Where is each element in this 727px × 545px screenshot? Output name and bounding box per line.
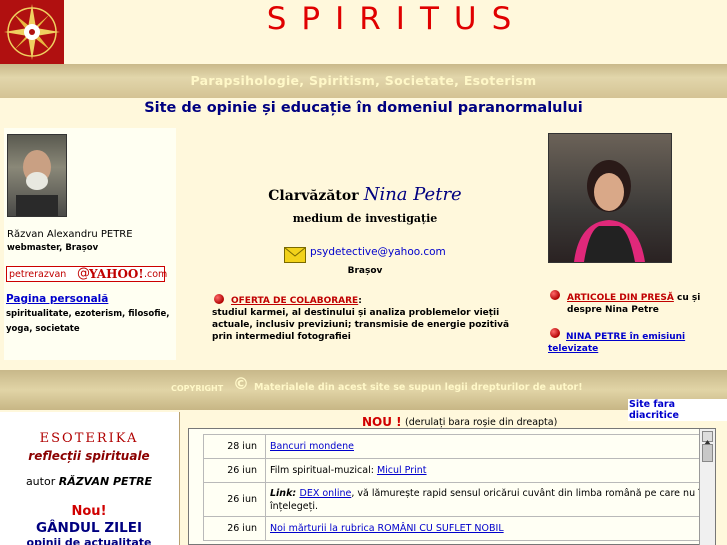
envelope-icon (284, 247, 306, 263)
tagline-band: Parapsihologie, Spiritism, Societate, Es… (0, 64, 727, 98)
news-new-label: NOU ! (362, 415, 402, 429)
yahoo-domain: .com (144, 269, 168, 280)
tagline: Parapsihologie, Spiritism, Societate, Es… (190, 73, 537, 88)
esoterika-subtitle: reflecții spirituale (28, 449, 150, 463)
author-name: Răzvan Alexandru PETRE (7, 229, 133, 240)
author-prefix: autor (25, 475, 56, 488)
yahoo-messenger-badge[interactable]: petrerazvan @ YAHOO! .com (6, 266, 168, 282)
author-topics: spiritualitate, ezoterism, filosofie, yo… (6, 309, 170, 334)
offer-colon: : (358, 296, 362, 306)
author-role: webmaster, Brașov (7, 243, 99, 253)
news-date: 26 iun (203, 482, 266, 517)
copyright-label: COPYRIGHT (171, 384, 224, 393)
news-link[interactable]: DEX online (300, 488, 352, 499)
news-text: Film spiritual-muzical: Micul Print (265, 458, 711, 483)
esoterika-title: ESOTERIKA (39, 431, 139, 446)
clairvoyant-name: Nina Petre (363, 184, 462, 205)
medium-role: medium de investigație (292, 212, 438, 225)
offer-link[interactable]: OFERTA DE COLABORARE (231, 296, 358, 306)
copyright-icon: © (233, 374, 249, 393)
copyright-band: COPYRIGHT © Materialele din acest site s… (0, 370, 727, 410)
news-row: 26 iun Film spiritual-muzical: Micul Pri… (203, 458, 711, 483)
news-prefix: Link: (270, 487, 300, 499)
new-label: Nou! (71, 504, 107, 519)
medium-photo (548, 133, 672, 263)
articles-line: ARTICOLE DIN PRESĂ cu și despre Nina Pet… (567, 292, 717, 316)
yahoo-logo-icon: YAHOO! (89, 267, 144, 281)
email-link[interactable]: psydetective@yahoo.com (310, 246, 446, 258)
news-link[interactable]: Bancuri mondene (270, 441, 354, 452)
news-scroll-box[interactable]: 28 iun Bancuri mondene 26 iun Film spiri… (188, 428, 716, 545)
red-bullet-icon (550, 290, 560, 300)
author-name: RĂZVAN PETRE (58, 475, 153, 488)
thought-subtitle: opinii de actualitate (26, 536, 152, 545)
offer-line: OFERTA DE COLABORARE: (231, 296, 362, 306)
city: Brașov (347, 266, 383, 276)
esoterika-box: ESOTERIKA reflecții spirituale autor RĂZ… (0, 412, 180, 545)
scroll-thumb[interactable] (702, 444, 713, 462)
news-row: 26 iun Link: DEX online, vă lămurește ra… (203, 482, 711, 517)
personal-page-link[interactable]: Pagina personală (6, 293, 108, 305)
news-row: 28 iun Bancuri mondene (203, 434, 711, 459)
tv-shows-link[interactable]: NINA PETRE în emisiuni televizate (548, 331, 698, 355)
clairvoyant-prefix: Clarvăzător (268, 188, 359, 204)
scroll-up-icon[interactable] (702, 431, 713, 445)
site-title: SPIRITUS (266, 1, 527, 37)
news-text: Noi mărturii la rubrica ROMÂNI CU SUFLET… (265, 516, 711, 541)
news-scrollbar[interactable] (699, 429, 715, 545)
news-hint: (derulați bara roșie din dreapta) (405, 417, 558, 428)
yahoo-user: petrerazvan (9, 269, 67, 280)
news-text: Bancuri mondene (265, 434, 711, 459)
news-link[interactable]: Noi mărturii la rubrica ROMÂNI CU SUFLET… (270, 523, 504, 534)
esoterika-author: autor RĂZVAN PETRE (0, 475, 178, 488)
offer-text: studiul karmei, al destinului și analiza… (212, 308, 510, 342)
news-row: 26 iun Noi mărturii la rubrica ROMÂNI CU… (203, 516, 711, 541)
news-table: 28 iun Bancuri mondene 26 iun Film spiri… (203, 434, 711, 541)
news-link[interactable]: Micul Print (377, 465, 427, 476)
clairvoyant-title: Clarvăzător Nina Petre (200, 184, 530, 205)
news-date: 26 iun (203, 458, 266, 483)
news-prefix: Film spiritual-muzical: (270, 465, 377, 476)
news-date: 28 iun (203, 434, 266, 459)
news-text: Link: DEX online, vă lămurește rapid sen… (265, 482, 711, 517)
compass-star-icon (0, 0, 64, 64)
copyright-text: Materialele din acest site se supun legi… (254, 382, 583, 393)
press-articles-link[interactable]: ARTICOLE DIN PRESĂ (567, 293, 674, 303)
no-diacritics-link[interactable]: Site fara diacritice (628, 399, 727, 421)
author-photo (7, 134, 67, 217)
page-subtitle: Site de opinie și educație în domeniul p… (144, 100, 583, 116)
news-date: 26 iun (203, 516, 266, 541)
red-bullet-icon (214, 294, 224, 304)
thought-of-day-link[interactable]: GÂNDUL ZILEI (0, 520, 178, 536)
